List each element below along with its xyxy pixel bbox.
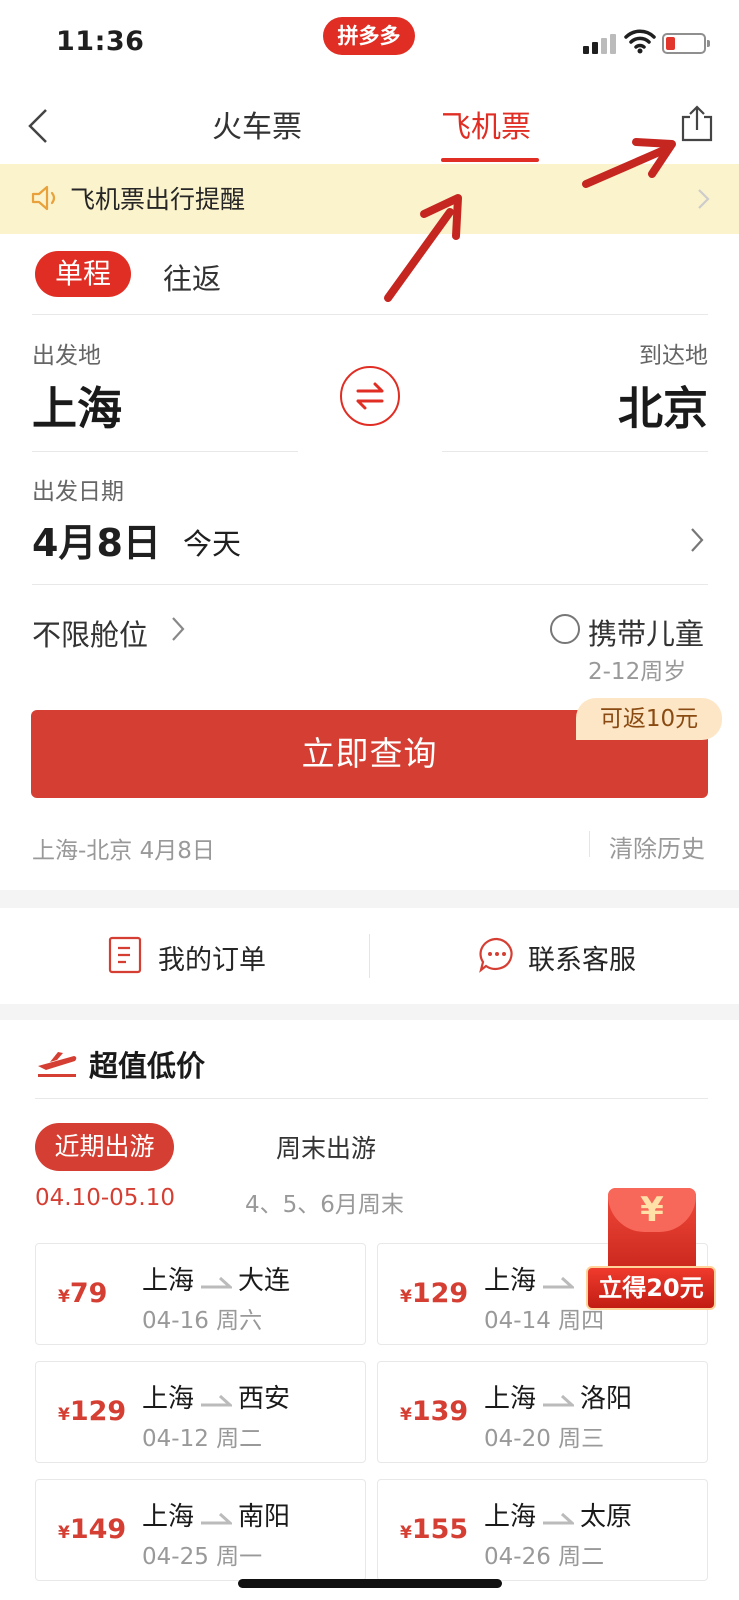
arrival-label: 到达地 — [639, 343, 708, 369]
customer-service-button[interactable]: 联系客服 — [528, 938, 636, 977]
deal-price: ¥79 — [58, 1278, 108, 1309]
deal-date: 04-12 周二 — [142, 1426, 263, 1452]
route-arrow-icon — [201, 1394, 233, 1406]
date-relative: 今天 — [183, 527, 242, 561]
deals-title: 超值低价 — [89, 1049, 206, 1083]
yuan-symbol: ¥ — [640, 1190, 664, 1230]
divider — [369, 934, 370, 978]
app-badge: 拼多多 — [323, 17, 415, 55]
tab-weekend-trips[interactable]: 周末出游 — [276, 1129, 376, 1165]
search-history-item[interactable]: 上海-北京 4月8日 — [32, 831, 215, 865]
annotation-arrow-icon — [582, 138, 676, 188]
annotation-arrow-icon — [384, 194, 462, 302]
flight-deal-card[interactable]: ¥79 上海 大连 04-16 周六 — [35, 1243, 366, 1345]
chevron-right-icon[interactable] — [171, 616, 185, 642]
deal-price: ¥149 — [58, 1514, 127, 1545]
tab-recent-trips[interactable]: 近期出游 — [35, 1123, 174, 1171]
deal-route: 上海 南阳 — [142, 1502, 291, 1532]
departure-date[interactable]: 4月8日 — [32, 512, 161, 567]
airplane-icon — [38, 1052, 77, 1077]
chevron-right-icon[interactable] — [690, 527, 704, 553]
divider — [32, 584, 708, 585]
child-radio[interactable] — [550, 614, 580, 644]
route-arrow-icon — [543, 1512, 575, 1524]
route-arrow-icon — [543, 1394, 575, 1406]
flight-deal-card[interactable]: ¥139 上海 洛阳 04-20 周三 — [377, 1361, 708, 1463]
home-indicator — [238, 1579, 502, 1588]
deal-price: ¥155 — [400, 1514, 469, 1545]
deal-date: 04-26 周二 — [484, 1544, 605, 1570]
tab-flight-tickets[interactable]: 飞机票 — [441, 102, 531, 146]
deal-price: ¥139 — [400, 1396, 469, 1427]
divider — [32, 451, 298, 452]
status-time: 11:36 — [56, 26, 145, 57]
flight-deal-card[interactable]: ¥149 上海 南阳 04-25 周一 — [35, 1479, 366, 1581]
notice-text: 飞机票出行提醒 — [70, 185, 246, 214]
tab-train-tickets[interactable]: 火车票 — [212, 102, 302, 146]
chat-bubble-icon — [479, 937, 513, 973]
battery-icon — [662, 33, 710, 54]
swap-icon — [356, 382, 384, 410]
deal-route: 上海 洛阳 — [484, 1384, 633, 1414]
divider — [35, 1098, 708, 1099]
deal-price: ¥129 — [400, 1278, 469, 1309]
chevron-right-icon — [698, 189, 710, 209]
red-packet-label: 立得20元 — [586, 1266, 716, 1310]
recent-trips-range: 04.10-05.10 — [35, 1185, 175, 1211]
departure-city[interactable]: 上海 — [32, 372, 122, 437]
rebate-badge: 可返10元 — [576, 698, 722, 740]
active-tab-indicator — [441, 158, 539, 162]
deal-date: 04-20 周三 — [484, 1426, 605, 1452]
cellular-signal-icon — [583, 32, 617, 54]
date-label: 出发日期 — [32, 479, 124, 505]
divider — [32, 314, 708, 315]
clear-history-button[interactable]: 清除历史 — [609, 829, 705, 864]
route-arrow-icon — [201, 1276, 233, 1288]
status-bar: 11:36 拼多多 — [0, 0, 739, 80]
red-packet-promo[interactable]: ¥ 立得20元 — [586, 1182, 716, 1312]
deal-price: ¥129 — [58, 1396, 127, 1427]
divider — [442, 451, 708, 452]
cabin-label: 不限舱位 — [32, 618, 149, 652]
my-orders-button[interactable]: 我的订单 — [158, 938, 266, 977]
wifi-icon — [624, 29, 656, 54]
flight-deal-card[interactable]: ¥155 上海 太原 04-26 周二 — [377, 1479, 708, 1581]
deal-route: 上海 — [484, 1260, 580, 1297]
one-way-toggle[interactable]: 单程 — [35, 251, 131, 297]
cabin-selector[interactable]: 不限舱位 — [32, 612, 148, 654]
child-label[interactable]: 携带儿童 — [588, 611, 704, 653]
arrival-city[interactable]: 北京 — [618, 372, 708, 437]
swap-cities-button[interactable] — [340, 366, 400, 426]
share-icon[interactable] — [679, 104, 715, 142]
route-arrow-icon — [543, 1276, 575, 1288]
deal-route: 上海 大连 — [142, 1266, 291, 1296]
deal-date: 04-16 周六 — [142, 1308, 263, 1334]
weekend-trips-range: 4、5、6月周末 — [245, 1192, 404, 1218]
round-trip-toggle[interactable]: 往返 — [163, 256, 221, 298]
speaker-icon — [31, 185, 56, 211]
flight-deal-card[interactable]: ¥129 上海 西安 04-12 周二 — [35, 1361, 366, 1463]
order-list-icon — [108, 936, 142, 974]
route-arrow-icon — [201, 1512, 233, 1524]
divider — [589, 831, 590, 857]
departure-label: 出发地 — [32, 343, 101, 369]
back-icon[interactable] — [24, 106, 54, 146]
child-age-range: 2-12周岁 — [588, 659, 687, 685]
deal-route: 上海 西安 — [142, 1384, 291, 1414]
deal-date: 04-25 周一 — [142, 1544, 263, 1570]
shortcuts-row: 我的订单 联系客服 — [0, 908, 739, 1004]
deal-route: 上海 太原 — [484, 1502, 633, 1532]
